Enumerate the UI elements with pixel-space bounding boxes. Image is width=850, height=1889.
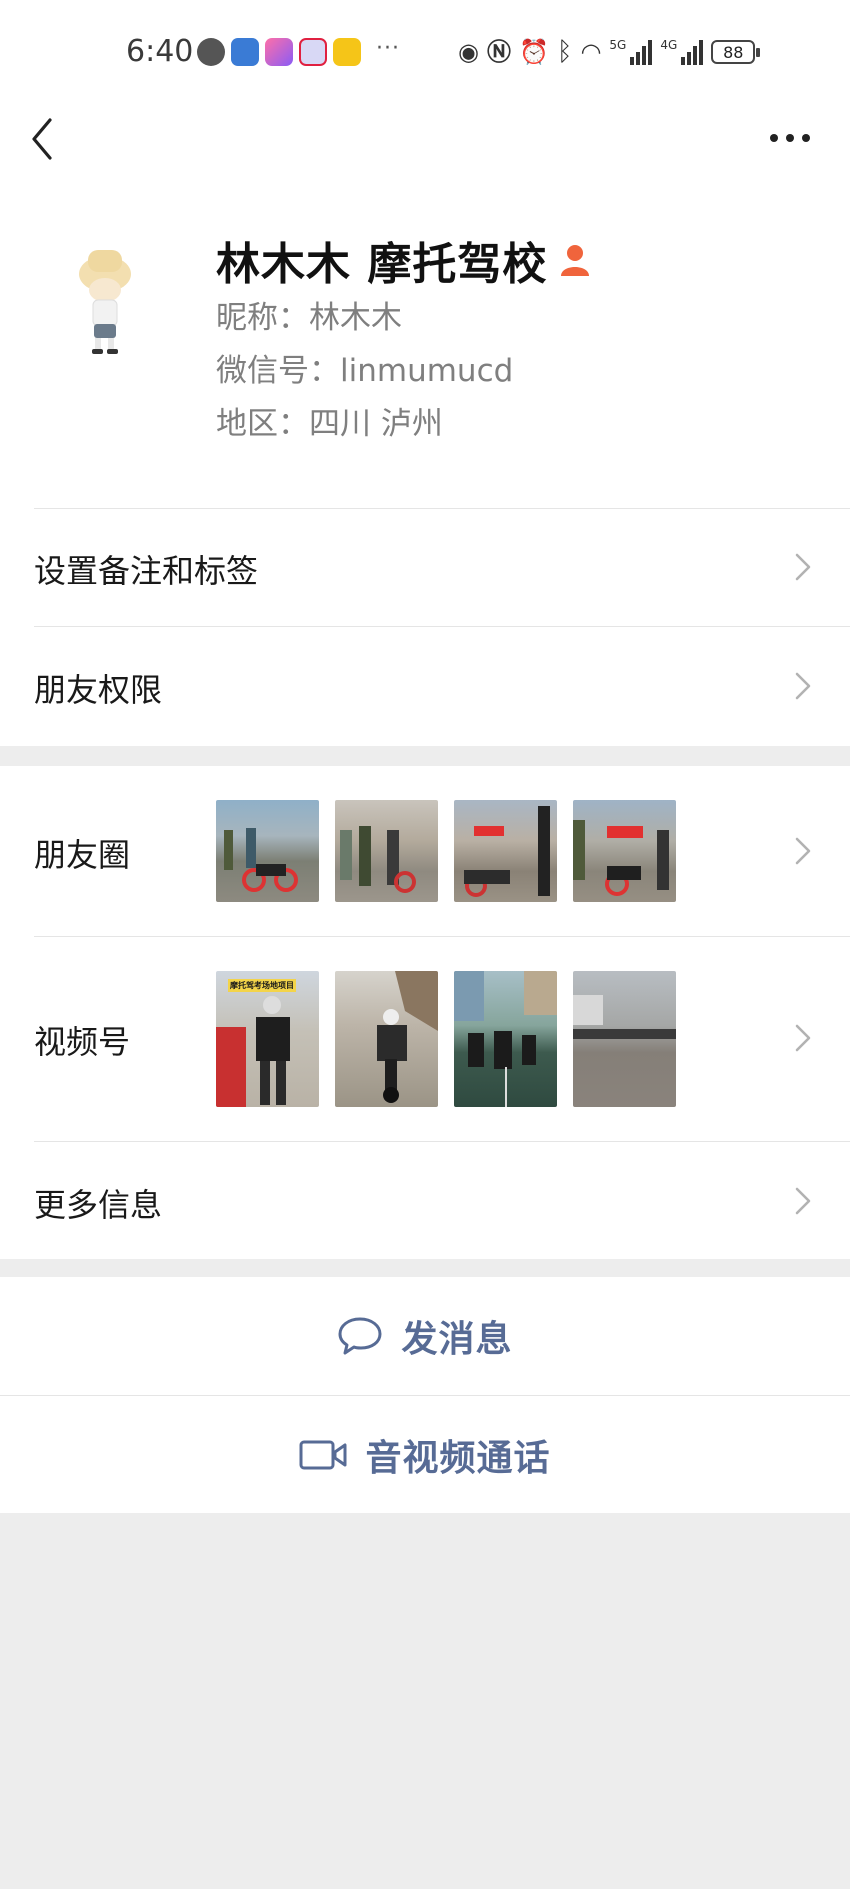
moments-label: 朋友圈 — [34, 836, 131, 874]
app-notification-icon — [265, 38, 293, 66]
bluetooth-icon: ᛒ — [556, 37, 573, 67]
content-block: 朋友圈 视频号 摩托驾考场地项目 更多信息 — [0, 766, 850, 1259]
wifi-icon: ◠ — [580, 38, 602, 66]
moments-thumbnails — [216, 800, 676, 902]
more-notifications-icon: ··· — [376, 36, 400, 61]
friend-permissions-row[interactable]: 朋友权限 — [0, 627, 850, 746]
profile-nickname: 昵称：林木木 — [216, 300, 402, 336]
channels-label: 视频号 — [34, 1023, 131, 1061]
moments-photo[interactable] — [216, 800, 319, 902]
channels-video-thumbnail[interactable] — [573, 971, 676, 1107]
send-message-label: 发消息 — [401, 1319, 513, 1360]
status-bar: 6:40 ··· ◉ Ⓝ ⏰ ᛒ ◠ 5G 4G 88 — [0, 0, 850, 100]
set-remark-label: 设置备注和标签 — [34, 552, 259, 590]
more-info-label: 更多信息 — [34, 1186, 163, 1224]
channels-video-thumbnail[interactable] — [335, 971, 438, 1107]
signal-icon — [681, 39, 704, 65]
channels-row[interactable]: 视频号 摩托驾考场地项目 — [0, 937, 850, 1141]
chevron-right-icon — [795, 1024, 811, 1052]
oa-app-icon — [231, 38, 259, 66]
av-call-button[interactable]: 音视频通话 — [0, 1396, 850, 1513]
send-message-button[interactable]: 发消息 — [0, 1277, 850, 1395]
profile-display-name: 林木木 摩托驾校 — [216, 239, 548, 290]
channels-video-thumbnail[interactable] — [454, 971, 557, 1107]
back-arrow-icon[interactable] — [28, 114, 58, 164]
person-tag-icon — [561, 245, 590, 276]
app-notification-icon — [299, 38, 327, 66]
nfc-icon: Ⓝ — [486, 38, 511, 66]
profile-header: 林木木 摩托驾校 昵称：林木木 微信号：linmumucd 地区：四川 泸州 — [0, 180, 850, 508]
chevron-right-icon — [795, 553, 811, 581]
battery-indicator: 88 — [711, 40, 761, 64]
network-type-label: 5G — [609, 38, 627, 52]
set-remark-row[interactable]: 设置备注和标签 — [0, 508, 850, 626]
more-options-icon[interactable] — [768, 126, 812, 150]
alarm-icon: ⏰ — [518, 38, 549, 66]
profile-name-row: 林木木 摩托驾校 — [216, 228, 591, 292]
profile-region: 地区：四川 泸州 — [216, 406, 443, 442]
status-time: 6:40 — [126, 34, 194, 69]
channels-video-thumbnail[interactable]: 摩托驾考场地项目 — [216, 971, 319, 1107]
moments-row[interactable]: 朋友圈 — [0, 766, 850, 936]
chevron-right-icon — [795, 672, 811, 700]
navigation-bar — [0, 100, 850, 180]
av-call-label: 音视频通话 — [365, 1437, 551, 1479]
weibo-icon — [333, 38, 361, 66]
network-type-label: 4G — [660, 38, 678, 52]
moments-photo[interactable] — [454, 800, 557, 902]
moments-photo[interactable] — [335, 800, 438, 902]
chevron-right-icon — [795, 1187, 811, 1215]
more-info-row[interactable]: 更多信息 — [0, 1142, 850, 1259]
channels-thumbnails: 摩托驾考场地项目 — [216, 971, 676, 1107]
video-camera-icon — [299, 1440, 347, 1469]
profile-wechat-id: 微信号：linmumucd — [216, 353, 514, 389]
friend-permissions-label: 朋友权限 — [34, 671, 163, 709]
moments-photo[interactable] — [573, 800, 676, 902]
avatar[interactable] — [64, 238, 146, 356]
app-notification-icon — [197, 38, 225, 66]
eye-icon: ◉ — [458, 38, 479, 66]
signal-icon — [630, 39, 653, 65]
chat-bubble-icon — [338, 1317, 382, 1355]
chevron-right-icon — [795, 837, 811, 865]
settings-block: 设置备注和标签 朋友权限 — [0, 508, 850, 746]
